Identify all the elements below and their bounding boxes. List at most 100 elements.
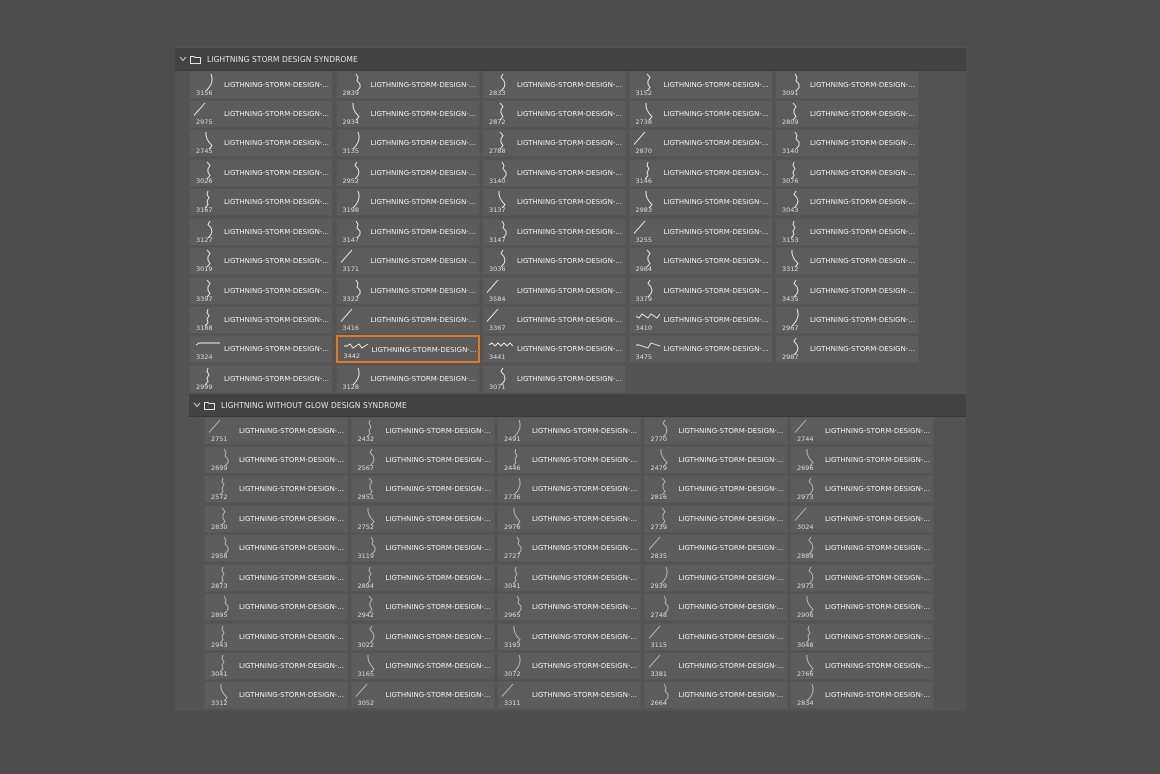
brush-preset[interactable]: 2696 LIGTHNING-STORM-DESIGN-... <box>790 445 934 474</box>
brush-preset[interactable]: 3026 LIGTHNING-STORM-DESIGN-... <box>189 158 333 187</box>
brush-preset[interactable]: 3115 LIGTHNING-STORM-DESIGN-... <box>643 622 788 651</box>
chevron-down-icon[interactable] <box>192 400 202 410</box>
brush-preset[interactable]: 2939 LIGTHNING-STORM-DESIGN-... <box>643 563 788 592</box>
brush-preset[interactable]: 2738 LIGTHNING-STORM-DESIGN-... <box>628 99 773 128</box>
brush-preset-selected[interactable]: 3442 LIGTHNING-STORM-DESIGN-... <box>335 335 480 364</box>
brush-preset[interactable]: 2976 LIGTHNING-STORM-DESIGN-... <box>497 504 641 533</box>
brush-preset[interactable]: 2736 LIGTHNING-STORM-DESIGN-... <box>497 475 641 504</box>
brush-preset[interactable]: 3381 LIGTHNING-STORM-DESIGN-... <box>643 652 788 680</box>
brush-preset[interactable]: 3324 LIGTHNING-STORM-DESIGN-... <box>189 335 333 364</box>
brush-preset[interactable]: 2965 LIGTHNING-STORM-DESIGN-... <box>497 593 641 622</box>
brush-preset[interactable]: 3024 LIGTHNING-STORM-DESIGN-... <box>790 504 934 533</box>
brush-preset[interactable]: 2973 LIGTHNING-STORM-DESIGN-... <box>790 563 934 592</box>
brush-preset[interactable]: 2958 LIGTHNING-STORM-DESIGN-... <box>204 534 348 563</box>
brush-group-header-storm[interactable]: LIGHTNING STORM DESIGN SYNDROME <box>175 48 966 71</box>
brush-preset[interactable]: 2894 LIGTHNING-STORM-DESIGN-... <box>350 563 495 592</box>
brush-preset[interactable]: 3146 LIGTHNING-STORM-DESIGN-... <box>628 158 773 187</box>
brush-preset[interactable]: 3019 LIGTHNING-STORM-DESIGN-... <box>189 247 333 276</box>
brush-preset[interactable]: 2446 LIGTHNING-STORM-DESIGN-... <box>497 445 641 474</box>
brush-preset[interactable]: 2984 LIGTHNING-STORM-DESIGN-... <box>628 247 773 276</box>
brush-preset[interactable]: 2479 LIGTHNING-STORM-DESIGN-... <box>643 445 788 474</box>
brush-preset[interactable]: 3397 LIGTHNING-STORM-DESIGN-... <box>189 276 333 305</box>
brush-preset[interactable]: 3147 LIGTHNING-STORM-DESIGN-... <box>335 217 480 246</box>
brush-preset[interactable]: 3052 LIGTHNING-STORM-DESIGN-... <box>350 681 495 710</box>
brush-preset[interactable]: 3128 LIGTHNING-STORM-DESIGN-... <box>335 364 480 393</box>
brush-preset[interactable]: 2788 LIGTHNING-STORM-DESIGN-... <box>482 129 626 158</box>
brush-preset[interactable]: 3140 LIGTHNING-STORM-DESIGN-... <box>775 129 919 158</box>
brush-preset[interactable]: 2491 LIGTHNING-STORM-DESIGN-... <box>497 416 641 445</box>
brush-preset[interactable]: 3135 LIGTHNING-STORM-DESIGN-... <box>335 129 480 158</box>
brush-group-header-without-glow[interactable]: LIGHTNING WITHOUT GLOW DESIGN SYNDROME <box>189 394 966 417</box>
brush-preset[interactable]: 2967 LIGTHNING-STORM-DESIGN-... <box>775 306 919 334</box>
brush-preset[interactable]: 2975 LIGTHNING-STORM-DESIGN-... <box>189 99 333 128</box>
brush-preset[interactable]: 2983 LIGTHNING-STORM-DESIGN-... <box>628 188 773 217</box>
brush-preset[interactable]: 2834 LIGTHNING-STORM-DESIGN-... <box>790 681 934 710</box>
brush-preset[interactable]: 2942 LIGTHNING-STORM-DESIGN-... <box>350 593 495 622</box>
brush-preset[interactable]: 2727 LIGTHNING-STORM-DESIGN-... <box>497 534 641 563</box>
brush-preset[interactable]: 2766 LIGTHNING-STORM-DESIGN-... <box>790 652 934 680</box>
brush-preset[interactable]: 3041 LIGTHNING-STORM-DESIGN-... <box>497 563 641 592</box>
brush-preset[interactable]: 2835 LIGTHNING-STORM-DESIGN-... <box>643 534 788 563</box>
brush-preset[interactable]: 3475 LIGTHNING-STORM-DESIGN-... <box>628 335 773 364</box>
brush-preset[interactable]: 2872 LIGTHNING-STORM-DESIGN-... <box>482 99 626 128</box>
brush-preset[interactable]: 2748 LIGTHNING-STORM-DESIGN-... <box>643 593 788 622</box>
brush-preset[interactable]: 3036 LIGTHNING-STORM-DESIGN-... <box>482 247 626 276</box>
brush-preset[interactable]: 3311 LIGTHNING-STORM-DESIGN-... <box>497 681 641 710</box>
brush-preset[interactable]: 2943 LIGTHNING-STORM-DESIGN-... <box>204 622 348 651</box>
brush-preset[interactable]: 2873 LIGTHNING-STORM-DESIGN-... <box>204 563 348 592</box>
brush-preset[interactable]: 2870 LIGTHNING-STORM-DESIGN-... <box>628 129 773 158</box>
chevron-down-icon[interactable] <box>178 54 188 64</box>
brush-preset[interactable]: 2952 LIGTHNING-STORM-DESIGN-... <box>335 158 480 187</box>
brush-preset[interactable]: 3379 LIGTHNING-STORM-DESIGN-... <box>628 276 773 305</box>
brush-preset[interactable]: 2934 LIGTHNING-STORM-DESIGN-... <box>335 99 480 128</box>
brush-preset[interactable]: 2809 LIGTHNING-STORM-DESIGN-... <box>775 99 919 128</box>
brush-preset[interactable]: 2664 LIGTHNING-STORM-DESIGN-... <box>643 681 788 710</box>
brush-preset[interactable]: 2567 LIGTHNING-STORM-DESIGN-... <box>350 445 495 474</box>
brush-preset[interactable]: 2752 LIGTHNING-STORM-DESIGN-... <box>350 504 495 533</box>
brush-preset[interactable]: 2432 LIGTHNING-STORM-DESIGN-... <box>350 416 495 445</box>
brush-preset[interactable]: 2851 LIGTHNING-STORM-DESIGN-... <box>350 475 495 504</box>
brush-preset[interactable]: 2906 LIGTHNING-STORM-DESIGN-... <box>790 593 934 622</box>
brush-preset[interactable]: 3188 LIGTHNING-STORM-DESIGN-... <box>189 306 333 334</box>
brush-preset[interactable]: 3312 LIGTHNING-STORM-DESIGN-... <box>775 247 919 276</box>
brush-preset[interactable]: 2889 LIGTHNING-STORM-DESIGN-... <box>790 534 934 563</box>
brush-preset[interactable]: 3312 LIGTHNING-STORM-DESIGN-... <box>204 681 348 710</box>
brush-preset[interactable]: 3165 LIGTHNING-STORM-DESIGN-... <box>350 652 495 680</box>
brush-preset[interactable]: 3048 LIGTHNING-STORM-DESIGN-... <box>790 622 934 651</box>
brush-preset[interactable]: 2770 LIGTHNING-STORM-DESIGN-... <box>643 416 788 445</box>
brush-preset[interactable]: 3441 LIGTHNING-STORM-DESIGN-... <box>482 335 626 364</box>
brush-preset[interactable]: 2839 LIGTHNING-STORM-DESIGN-... <box>335 70 480 99</box>
brush-preset[interactable]: 3147 LIGTHNING-STORM-DESIGN-... <box>482 217 626 246</box>
brush-preset[interactable]: 3156 LIGTHNING-STORM-DESIGN-... <box>189 70 333 99</box>
brush-preset[interactable]: 3043 LIGTHNING-STORM-DESIGN-... <box>775 188 919 217</box>
brush-preset[interactable]: 3435 LIGTHNING-STORM-DESIGN-... <box>775 276 919 305</box>
brush-preset[interactable]: 3076 LIGTHNING-STORM-DESIGN-... <box>775 158 919 187</box>
brush-preset[interactable]: 3119 LIGTHNING-STORM-DESIGN-... <box>350 534 495 563</box>
brush-preset[interactable]: 3193 LIGTHNING-STORM-DESIGN-... <box>497 622 641 651</box>
brush-preset[interactable]: 2751 LIGTHNING-STORM-DESIGN-... <box>204 416 348 445</box>
brush-preset[interactable]: 3091 LIGTHNING-STORM-DESIGN-... <box>775 70 919 99</box>
brush-preset[interactable]: 2999 LIGTHNING-STORM-DESIGN-... <box>189 364 333 393</box>
brush-preset[interactable]: 3127 LIGTHNING-STORM-DESIGN-... <box>189 217 333 246</box>
brush-preset[interactable]: 2830 LIGTHNING-STORM-DESIGN-... <box>204 504 348 533</box>
brush-preset[interactable]: 3022 LIGTHNING-STORM-DESIGN-... <box>350 622 495 651</box>
brush-preset[interactable]: 2816 LIGTHNING-STORM-DESIGN-... <box>643 475 788 504</box>
brush-preset[interactable]: 3167 LIGTHNING-STORM-DESIGN-... <box>189 188 333 217</box>
brush-preset[interactable]: 3041 LIGTHNING-STORM-DESIGN-... <box>204 652 348 680</box>
brush-preset[interactable]: 2744 LIGTHNING-STORM-DESIGN-... <box>790 416 934 445</box>
brush-preset[interactable]: 2699 LIGTHNING-STORM-DESIGN-... <box>204 445 348 474</box>
brush-preset[interactable]: 3071 LIGTHNING-STORM-DESIGN-... <box>482 364 626 393</box>
brush-preset[interactable]: 3410 LIGTHNING-STORM-DESIGN-... <box>628 306 773 334</box>
brush-preset[interactable]: 3198 LIGTHNING-STORM-DESIGN-... <box>335 188 480 217</box>
brush-preset[interactable]: 3072 LIGTHNING-STORM-DESIGN-... <box>497 652 641 680</box>
brush-preset[interactable]: 2572 LIGTHNING-STORM-DESIGN-... <box>204 475 348 504</box>
brush-preset[interactable]: 3153 LIGTHNING-STORM-DESIGN-... <box>775 217 919 246</box>
brush-preset[interactable]: 2895 LIGTHNING-STORM-DESIGN-... <box>204 593 348 622</box>
brush-preset[interactable]: 2833 LIGTHNING-STORM-DESIGN-... <box>482 70 626 99</box>
brush-preset[interactable]: 3416 LIGTHNING-STORM-DESIGN-... <box>335 306 480 334</box>
brush-preset[interactable]: 2987 LIGTHNING-STORM-DESIGN-... <box>775 335 919 364</box>
brush-preset[interactable]: 2973 LIGTHNING-STORM-DESIGN-... <box>790 475 934 504</box>
brush-preset[interactable]: 3322 LIGTHNING-STORM-DESIGN-... <box>335 276 480 305</box>
brush-preset[interactable]: 3152 LIGTHNING-STORM-DESIGN-... <box>628 70 773 99</box>
brush-preset[interactable]: 3255 LIGTHNING-STORM-DESIGN-... <box>628 217 773 246</box>
